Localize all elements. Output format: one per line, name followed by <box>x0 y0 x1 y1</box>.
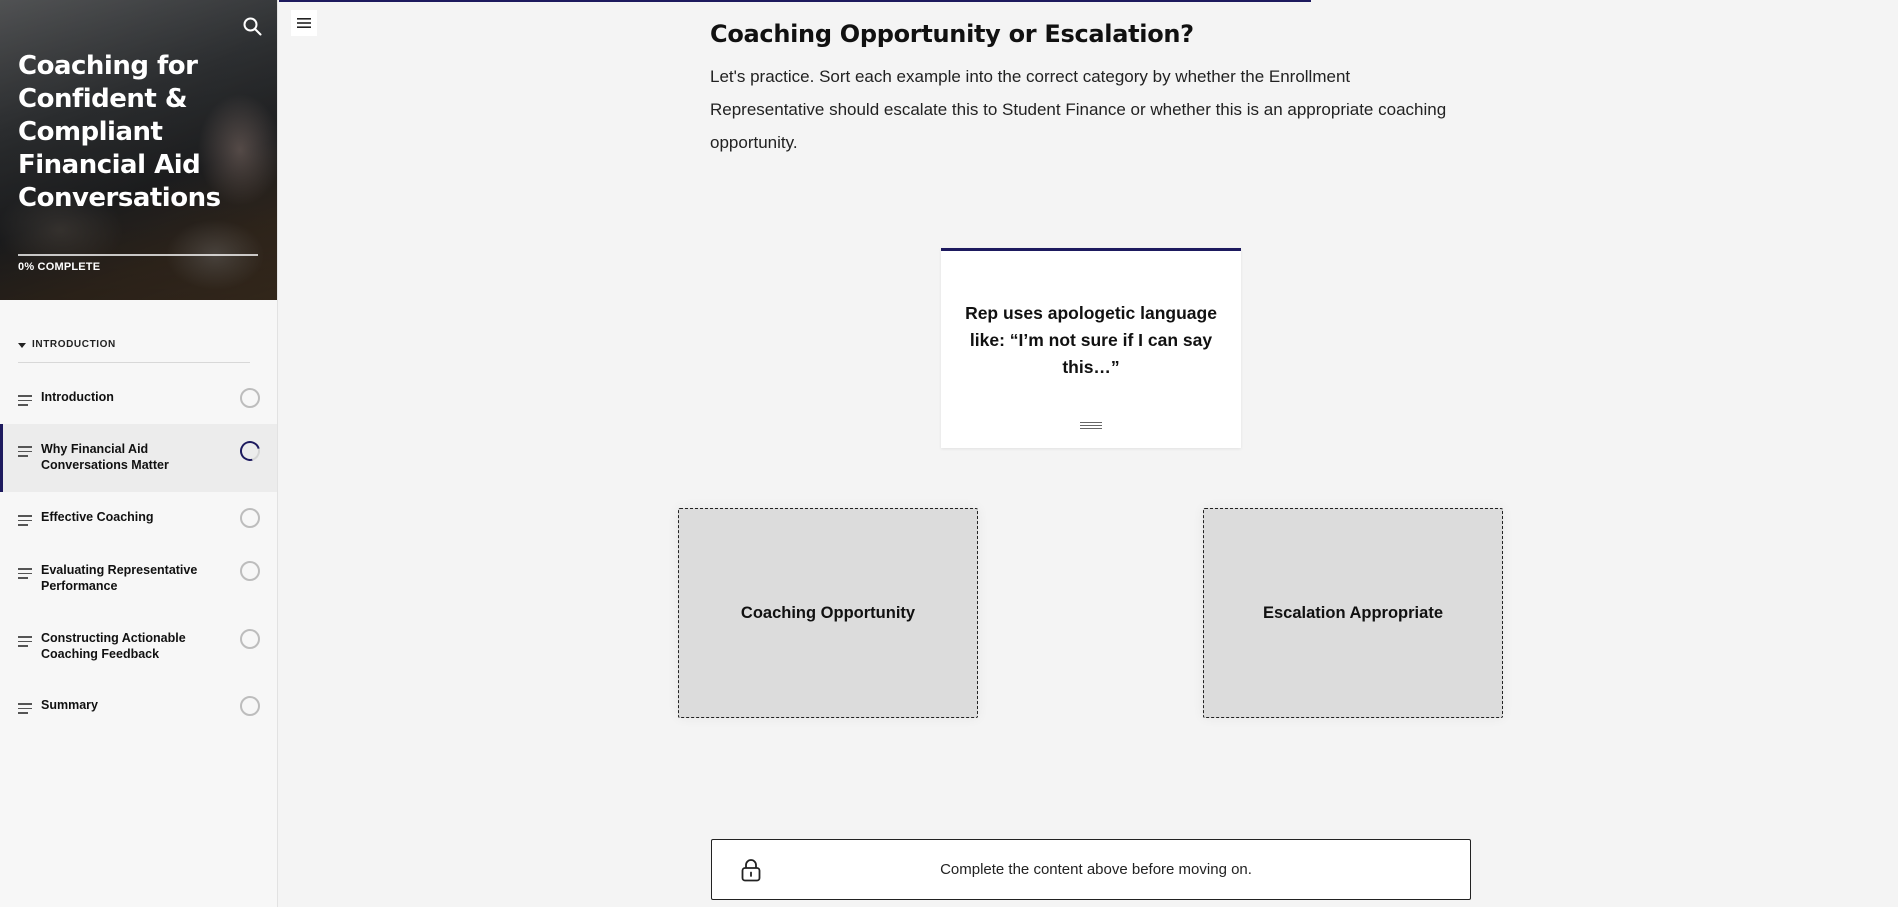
lesson-lines-icon <box>18 568 32 582</box>
sidebar-item-why-financial-aid[interactable]: Why Financial Aid Conversations Matter <box>0 424 277 492</box>
sidebar-item-label: Evaluating Representative Performance <box>41 563 198 593</box>
drop-zone-escalation-appropriate[interactable]: Escalation Appropriate <box>1203 508 1503 718</box>
sidebar-item-constructing-feedback[interactable]: Constructing Actionable Coaching Feedbac… <box>0 626 277 676</box>
page-title: Coaching Opportunity or Escalation? <box>710 20 1194 48</box>
lock-icon <box>741 859 761 882</box>
course-hero: Coaching for Confident & Compliant Finan… <box>0 0 277 300</box>
lesson-lines-icon <box>18 395 32 409</box>
sidebar-item-summary[interactable]: Summary <box>0 693 277 737</box>
sidebar-item-label: Introduction <box>41 390 114 404</box>
drop-zone-label: Coaching Opportunity <box>740 603 916 622</box>
status-not-started-icon <box>240 696 260 716</box>
lesson-lines-icon <box>18 703 32 717</box>
continue-locked-banner: Complete the content above before moving… <box>711 839 1471 900</box>
lesson-lines-icon <box>18 515 32 529</box>
sortable-card[interactable]: Rep uses apologetic language like: “I’m … <box>941 248 1241 448</box>
sidebar-item-introduction[interactable]: Introduction <box>0 385 277 429</box>
drop-zone-coaching-opportunity[interactable]: Coaching Opportunity <box>678 508 978 718</box>
card-text: Rep uses apologetic language like: “I’m … <box>965 303 1217 377</box>
status-not-started-icon <box>240 629 260 649</box>
sidebar-item-evaluating-performance[interactable]: Evaluating Representative Performance <box>0 558 277 608</box>
search-icon[interactable] <box>242 16 262 36</box>
section-toggle-introduction[interactable]: INTRODUCTION <box>18 339 250 363</box>
lesson-lines-icon <box>18 636 32 650</box>
status-not-started-icon <box>240 388 260 408</box>
activity-instructions: Let's practice. Sort each example into t… <box>710 67 1447 152</box>
lesson-progress-bar <box>279 0 1311 2</box>
status-not-started-icon <box>240 561 260 581</box>
menu-toggle-button[interactable] <box>291 10 317 36</box>
section-label: INTRODUCTION <box>32 339 116 350</box>
lock-message: Complete the content above before moving… <box>940 861 1252 878</box>
course-progress-bar <box>18 254 258 256</box>
sidebar-item-label: Summary <box>41 698 98 712</box>
menu-icon <box>297 18 311 28</box>
drag-handle-icon[interactable] <box>1080 422 1102 431</box>
sidebar-item-label: Effective Coaching <box>41 510 154 524</box>
sidebar-item-effective-coaching[interactable]: Effective Coaching <box>0 505 277 549</box>
drop-zone-label: Escalation Appropriate <box>1262 603 1443 622</box>
status-not-started-icon <box>240 508 260 528</box>
sidebar-item-label: Constructing Actionable Coaching Feedbac… <box>41 631 186 661</box>
sidebar-item-label: Why Financial Aid Conversations Matter <box>41 442 169 472</box>
lesson-lines-icon <box>18 446 32 460</box>
course-progress-label: 0% COMPLETE <box>18 261 101 273</box>
course-sidebar: Coaching for Confident & Compliant Finan… <box>0 0 278 907</box>
caret-down-icon <box>18 343 26 348</box>
status-in-progress-icon <box>236 437 264 465</box>
course-title: Coaching for Confident & Compliant Finan… <box>18 51 221 213</box>
